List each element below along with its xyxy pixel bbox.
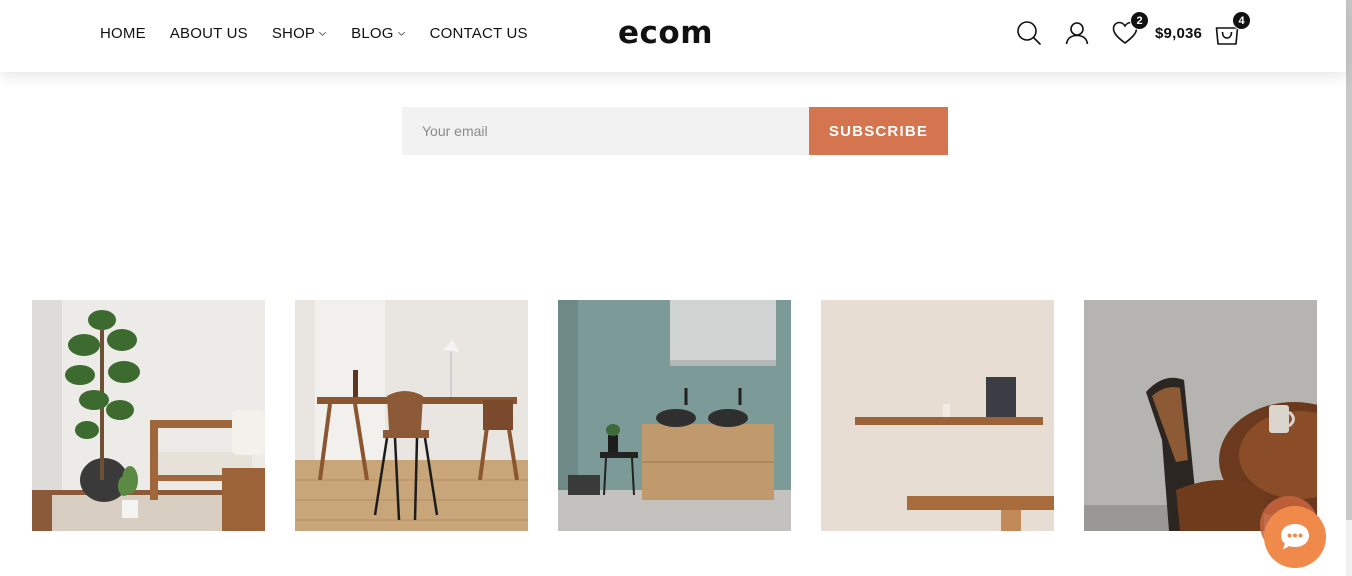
newsletter-form: SUBSCRIBE <box>402 107 948 155</box>
user-icon <box>1065 22 1089 45</box>
site-logo[interactable]: ecom <box>618 13 713 53</box>
nav-blog-label: BLOG <box>351 24 394 42</box>
nav-shop-label: SHOP <box>271 24 316 42</box>
subscribe-button[interactable]: SUBSCRIBE <box>809 107 948 155</box>
email-field[interactable] <box>402 107 809 155</box>
header-icons: 2 $9,036 4 <box>1013 0 1252 66</box>
gallery-tile[interactable] <box>821 300 1054 531</box>
gallery-tile[interactable] <box>32 300 265 531</box>
main-nav: HOME ABOUT US SHOP BLOG CONTACT US <box>100 0 552 66</box>
chat-widget <box>1258 496 1328 568</box>
search-button[interactable] <box>1013 17 1045 49</box>
living-room-photo <box>32 300 265 531</box>
site-header: HOME ABOUT US SHOP BLOG CONTACT US ecom <box>0 0 1346 72</box>
cart-count-badge: 4 <box>1232 11 1252 30</box>
nav-contact-label: CONTACT US <box>429 24 528 42</box>
search-icon <box>1017 21 1041 45</box>
nav-home-label: HOME <box>100 24 146 42</box>
instagram-gallery <box>32 300 1347 531</box>
cart-total[interactable]: $9,036 <box>1155 25 1202 42</box>
nav-shop[interactable]: SHOP <box>272 25 327 42</box>
nav-contact-us[interactable]: CONTACT US <box>430 25 528 42</box>
nav-about-us[interactable]: ABOUT US <box>170 25 248 42</box>
nav-blog[interactable]: BLOG <box>351 25 405 42</box>
wishlist-count-badge: 2 <box>1130 11 1149 30</box>
chevron-down-icon <box>397 31 405 36</box>
nav-about-label: ABOUT US <box>169 24 248 42</box>
gallery-tile[interactable] <box>295 300 528 531</box>
gallery-tile[interactable] <box>558 300 791 531</box>
cart-button[interactable]: 4 <box>1211 11 1252 49</box>
wall-shelves-photo <box>821 300 1054 531</box>
nav-home[interactable]: HOME <box>100 25 146 42</box>
chat-bubble-icon <box>1281 524 1309 550</box>
chevron-down-icon <box>319 31 327 36</box>
desk-chair-photo <box>295 300 528 531</box>
account-button[interactable] <box>1061 17 1093 49</box>
wishlist-button[interactable]: 2 <box>1109 11 1149 49</box>
bathroom-vanity-photo <box>558 300 791 531</box>
chat-button[interactable] <box>1264 506 1326 568</box>
